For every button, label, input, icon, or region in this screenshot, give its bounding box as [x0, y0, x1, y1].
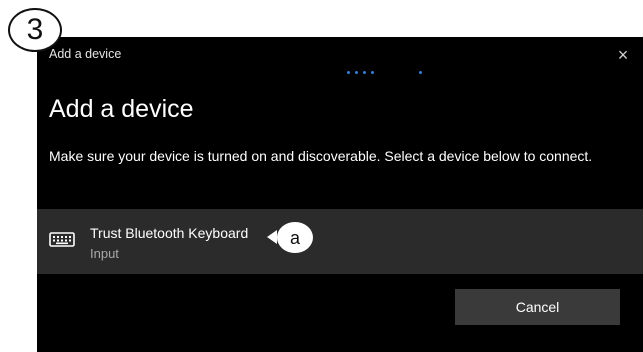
device-type: Input [90, 246, 119, 261]
close-icon: × [617, 44, 629, 65]
cancel-button[interactable]: Cancel [455, 289, 620, 325]
screenshot-stage: 3 Add a device × Add a device Make sure … [0, 0, 643, 352]
step-number-badge: 3 [8, 8, 62, 52]
callout-badge: a [277, 222, 313, 253]
step-number: 3 [26, 13, 44, 46]
searching-progress-indicator [347, 71, 437, 75]
callout-pointer [267, 230, 277, 244]
window-title: Add a device [49, 47, 122, 61]
close-button[interactable]: × [609, 41, 637, 69]
callout-label: a [289, 227, 300, 248]
add-device-dialog: Add a device × Add a device Make sure yo… [37, 37, 643, 352]
device-name: Trust Bluetooth Keyboard [90, 225, 249, 241]
keyboard-icon [49, 232, 75, 247]
device-list-item[interactable]: Trust Bluetooth Keyboard Input a [37, 209, 643, 274]
title-bar: Add a device × [37, 37, 643, 73]
instructions-text: Make sure your device is turned on and d… [49, 148, 593, 164]
dialog-heading: Add a device [49, 95, 194, 123]
